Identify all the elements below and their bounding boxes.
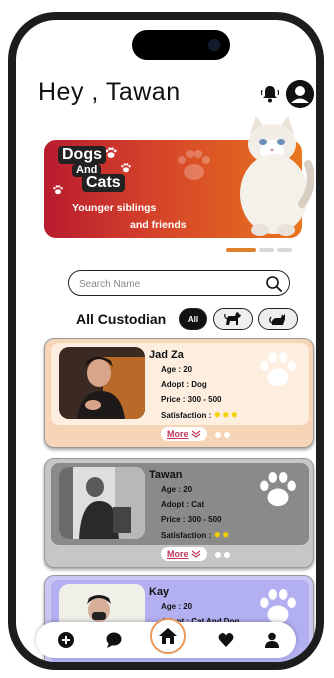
promo-banner[interactable]: Dogs And Cats Younger siblings and frien… xyxy=(44,116,314,238)
profile-icon[interactable] xyxy=(264,632,280,648)
carousel-dot[interactable] xyxy=(277,248,292,252)
paw-icon xyxy=(260,351,296,387)
custodian-name: Jad Za xyxy=(149,349,184,361)
custodian-price: Price : 300 - 500 xyxy=(161,395,222,404)
cat-photo xyxy=(240,116,314,236)
more-label: More xyxy=(167,549,189,559)
banner-line-2: and friends xyxy=(130,219,187,231)
tab-home[interactable] xyxy=(150,618,186,654)
custodian-name: Kay xyxy=(149,586,170,598)
satisfaction-label: Satisfaction : xyxy=(161,411,212,420)
add-icon[interactable] xyxy=(58,632,74,648)
paw-icon xyxy=(260,471,296,507)
dynamic-island xyxy=(132,30,230,60)
banner-word-cats: Cats xyxy=(82,174,125,193)
camera-icon xyxy=(208,39,220,51)
app-screen: Hey , Tawan Dogs And Cats Younger siblin… xyxy=(16,20,316,662)
filter-all-label: All xyxy=(187,314,199,324)
custodian-photo xyxy=(59,467,145,539)
dog-icon xyxy=(224,312,241,325)
chevron-down-icon xyxy=(191,430,200,438)
carousel-dots[interactable] xyxy=(226,248,292,252)
custodian-adopt: Adopt : Dog xyxy=(161,380,207,389)
carousel-dot[interactable] xyxy=(259,248,274,252)
filter-all-chip[interactable]: All xyxy=(179,308,207,330)
chevron-down-icon xyxy=(191,550,200,558)
user-avatar-icon[interactable] xyxy=(286,80,314,108)
search-icon[interactable] xyxy=(265,275,283,293)
custodian-adopt: Adopt : Cat xyxy=(161,500,205,509)
phone-frame: Hey , Tawan Dogs And Cats Younger siblin… xyxy=(8,12,324,670)
custodian-satisfaction: Satisfaction : ✹✹ xyxy=(161,530,231,541)
custodian-photo xyxy=(59,347,145,419)
filter-label: All Custodian xyxy=(76,311,167,327)
greeting-title: Hey , Tawan xyxy=(38,78,181,106)
chat-icon[interactable] xyxy=(106,632,122,648)
bottom-tab-bar xyxy=(36,618,296,658)
bell-icon[interactable] xyxy=(260,84,280,104)
home-icon xyxy=(159,628,177,644)
custodian-age: Age : 20 xyxy=(161,485,193,494)
custodian-age: Age : 20 xyxy=(161,602,193,611)
paw-icon xyxy=(121,163,131,173)
more-label: More xyxy=(167,429,189,439)
custodian-price: Price : 300 - 500 xyxy=(161,515,222,524)
cat-icon xyxy=(269,314,285,325)
search-bar xyxy=(68,270,290,296)
custodian-satisfaction: Satisfaction : ✹✹✹ xyxy=(161,410,239,421)
satisfaction-stars: ✹✹ xyxy=(213,530,231,540)
more-button[interactable]: More xyxy=(161,547,207,561)
filter-cat-chip[interactable] xyxy=(258,308,298,330)
satisfaction-stars: ✹✹✹ xyxy=(213,410,240,420)
paw-icon xyxy=(53,185,63,195)
custodian-card[interactable]: Jad Za Age : 20 Adopt : Dog Price : 300 … xyxy=(44,338,314,448)
more-button[interactable]: More xyxy=(161,427,207,441)
paw-icon xyxy=(178,150,210,180)
custodian-card[interactable]: Tawan Age : 20 Adopt : Cat Price : 300 -… xyxy=(44,458,314,568)
carousel-dot[interactable] xyxy=(226,248,256,252)
search-input[interactable] xyxy=(79,275,259,293)
card-page-dots xyxy=(215,432,230,438)
heart-icon[interactable] xyxy=(218,632,234,648)
satisfaction-label: Satisfaction : xyxy=(161,531,212,540)
custodian-age: Age : 20 xyxy=(161,365,193,374)
banner-line-1: Younger siblings xyxy=(72,202,157,214)
banner-word-dogs: Dogs xyxy=(58,146,106,165)
custodian-name: Tawan xyxy=(149,469,183,481)
card-page-dots xyxy=(215,552,230,558)
paw-icon xyxy=(105,147,117,158)
filter-dog-chip[interactable] xyxy=(213,308,253,330)
